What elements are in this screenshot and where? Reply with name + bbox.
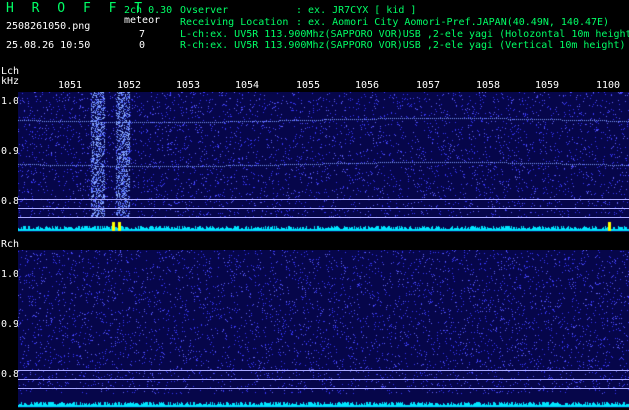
time-tick: 1059 xyxy=(535,80,560,91)
lch-guide-line xyxy=(18,217,629,218)
rch-spectrogram xyxy=(18,250,629,408)
rch-guide-line xyxy=(18,388,629,389)
rch-ytick: 0.9 xyxy=(1,319,20,330)
khz-unit-label: kHz xyxy=(1,76,20,87)
time-tick: 1053 xyxy=(176,80,201,91)
rch-config: R-ch:ex. UV5R 113.900Mhz(SAPPORO VOR)USB… xyxy=(180,40,626,51)
lch-ytick: 0.8 xyxy=(1,196,20,207)
rch-guide-line xyxy=(18,370,629,371)
hrofft-window: H R O F F T 2508261050.png 25.08.26 10:5… xyxy=(0,0,629,410)
time-tick: 1055 xyxy=(296,80,321,91)
datetime-label: 25.08.26 10:50 xyxy=(6,40,91,51)
observer-label: Ovserver xyxy=(180,5,229,16)
rch-meteor-count: 0 xyxy=(139,40,146,51)
location-value: : ex. Aomori City Aomori-Pref.JAPAN(40.4… xyxy=(296,17,610,28)
time-tick: 1058 xyxy=(476,80,501,91)
lch-meteor-count: 7 xyxy=(139,29,146,40)
lch-spectrogram-canvas xyxy=(18,92,629,232)
time-tick: 1057 xyxy=(416,80,441,91)
observer-value: : ex. JR7CYX [ kid ] xyxy=(296,5,417,16)
lch-ytick: 1.0 xyxy=(1,96,20,107)
time-tick: 1100 xyxy=(596,80,621,91)
rch-label: Rch xyxy=(1,239,20,250)
time-tick: 1056 xyxy=(355,80,380,91)
lch-guide-line xyxy=(18,199,629,200)
time-tick: 1052 xyxy=(117,80,142,91)
lch-guide-line xyxy=(18,208,629,209)
rch-ytick: 1.0 xyxy=(1,269,20,280)
location-label: Receiving Location xyxy=(180,17,289,28)
rch-guide-line xyxy=(18,379,629,380)
lch-spectrogram xyxy=(18,92,629,232)
filename-label: 2508261050.png xyxy=(6,21,91,32)
rch-ytick: 0.8 xyxy=(1,369,20,380)
time-tick: 1051 xyxy=(58,80,83,91)
lch-config: L-ch:ex. UV5R 113.900Mhz(SAPPORO VOR)USB… xyxy=(180,29,629,40)
time-tick: 1054 xyxy=(235,80,260,91)
rch-spectrogram-canvas xyxy=(18,250,629,408)
lch-ytick: 0.9 xyxy=(1,146,20,157)
meteor-label: meteor xyxy=(124,15,161,26)
